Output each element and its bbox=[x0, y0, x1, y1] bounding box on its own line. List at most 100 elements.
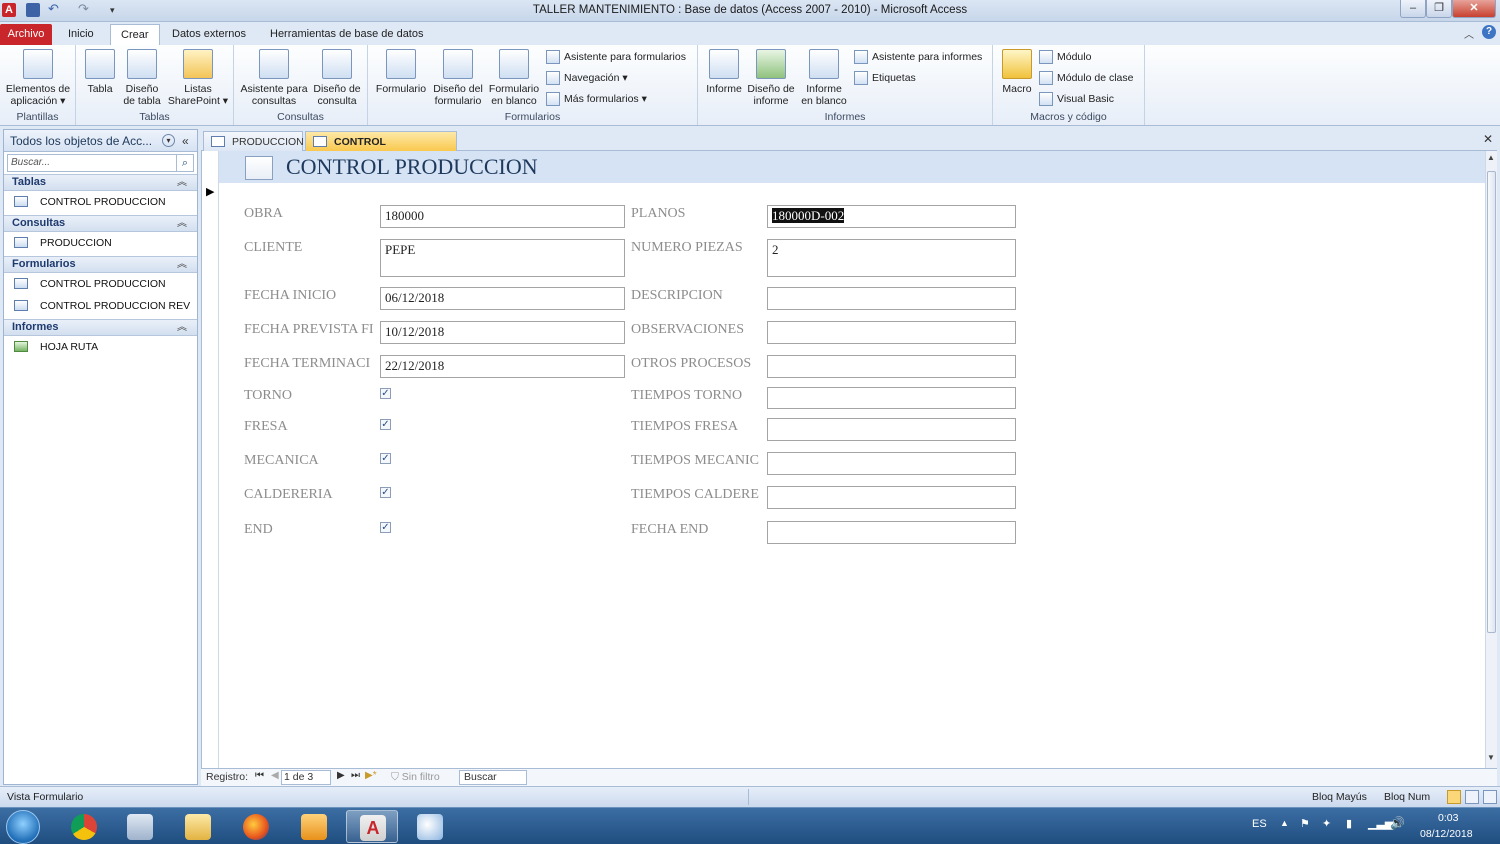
numero-piezas-field[interactable]: 2 bbox=[767, 239, 1016, 277]
caldereria-checkbox[interactable]: ✓ bbox=[380, 487, 391, 498]
doc-tab-produccion[interactable]: PRODUCCION bbox=[203, 131, 304, 151]
end-checkbox[interactable]: ✓ bbox=[380, 522, 391, 533]
taskbar-chrome[interactable] bbox=[58, 810, 110, 843]
tab-herramientas-bd[interactable]: Herramientas de base de datos bbox=[260, 24, 433, 45]
taskbar-outlook[interactable] bbox=[288, 810, 340, 843]
design-view-icon[interactable] bbox=[1483, 790, 1497, 804]
nav-section-consultas[interactable]: Consultas ︽ bbox=[4, 215, 197, 232]
nav-dropdown-icon[interactable]: ▾ bbox=[162, 134, 175, 147]
sharepoint-lists-button[interactable]: Listas SharePoint ▾ bbox=[166, 49, 230, 107]
table-design-button[interactable]: Diseño de tabla bbox=[120, 49, 164, 107]
taskbar-access[interactable]: A bbox=[346, 810, 398, 843]
report-wizard-button[interactable]: Asistente para informes bbox=[854, 48, 982, 66]
language-indicator[interactable]: ES bbox=[1252, 818, 1267, 830]
help-icon[interactable]: ? bbox=[1482, 25, 1496, 39]
taskbar-explorer[interactable] bbox=[172, 810, 224, 843]
tab-datos-externos[interactable]: Datos externos bbox=[162, 24, 256, 45]
descripcion-field[interactable] bbox=[767, 287, 1016, 310]
observaciones-field[interactable] bbox=[767, 321, 1016, 344]
battery-icon[interactable]: ▮ bbox=[1346, 817, 1352, 830]
report-design-button[interactable]: Diseño de informe bbox=[746, 49, 796, 107]
nav-item-table-control-produccion[interactable]: CONTROL PRODUCCION bbox=[4, 191, 197, 213]
dropbox-icon[interactable]: ✦ bbox=[1322, 817, 1331, 830]
next-record-icon[interactable]: ▶ bbox=[337, 770, 345, 781]
taskbar-calculator[interactable] bbox=[114, 810, 166, 843]
taskbar-firefox[interactable] bbox=[230, 810, 282, 843]
table-button[interactable]: Tabla bbox=[82, 49, 118, 95]
query-wizard-button[interactable]: Asistente para consultas bbox=[238, 49, 310, 107]
form-view-icon[interactable] bbox=[1447, 790, 1461, 804]
first-record-icon[interactable]: ⏮ bbox=[255, 770, 264, 781]
search-icon[interactable]: ⌕ bbox=[176, 154, 194, 172]
tab-crear[interactable]: Crear bbox=[110, 24, 160, 45]
nav-section-formularios[interactable]: Formularios ︽ bbox=[4, 256, 197, 273]
obra-field[interactable]: 180000 bbox=[380, 205, 625, 228]
query-design-button[interactable]: Diseño de consulta bbox=[312, 49, 362, 107]
more-forms-button[interactable]: Más formularios ▾ bbox=[546, 90, 647, 108]
nav-item-report-hoja-ruta[interactable]: HOJA RUTA bbox=[4, 336, 197, 358]
volume-icon[interactable]: 🔊 bbox=[1390, 816, 1405, 830]
doc-tab-control-produccion[interactable]: CONTROL PRODUCCION bbox=[305, 131, 457, 168]
filter-status[interactable]: ⛉ Sin filtro bbox=[391, 771, 440, 784]
scroll-up-icon[interactable]: ▲ bbox=[1487, 153, 1495, 162]
new-record-icon[interactable]: ▶* bbox=[365, 770, 377, 781]
nav-search-input[interactable]: Buscar... ⌕ bbox=[7, 154, 194, 172]
mecanica-checkbox[interactable]: ✓ bbox=[380, 453, 391, 464]
nav-item-query-produccion[interactable]: PRODUCCION bbox=[4, 232, 197, 254]
record-search-input[interactable]: Buscar bbox=[459, 770, 527, 785]
planos-field[interactable]: 180000D-002 bbox=[767, 205, 1016, 228]
close-document-icon[interactable]: ✕ bbox=[1483, 132, 1493, 146]
report-button[interactable]: Informe bbox=[702, 49, 746, 95]
blank-report-button[interactable]: Informe en blanco bbox=[798, 49, 850, 107]
fecha-terminacion-field[interactable]: 22/12/2018 bbox=[380, 355, 625, 378]
record-selector[interactable]: ▶ bbox=[202, 183, 219, 768]
close-window-button[interactable]: ✕ bbox=[1452, 0, 1496, 18]
fecha-inicio-field[interactable]: 06/12/2018 bbox=[380, 287, 625, 310]
show-hidden-icons[interactable]: ▲ bbox=[1280, 818, 1289, 828]
tiempos-torno-field[interactable] bbox=[767, 387, 1016, 409]
form-wizard-button[interactable]: Asistente para formularios bbox=[546, 48, 686, 66]
macro-button[interactable]: Macro bbox=[997, 49, 1037, 95]
class-module-button[interactable]: Módulo de clase bbox=[1039, 69, 1133, 87]
tab-inicio[interactable]: Inicio bbox=[58, 24, 104, 45]
nav-item-form-control-produccion[interactable]: CONTROL PRODUCCION bbox=[4, 273, 197, 295]
form-vertical-scrollbar[interactable]: ▲ ▼ bbox=[1485, 151, 1497, 768]
nav-pane-header[interactable]: Todos los objetos de Acc... ▾ « bbox=[4, 130, 197, 152]
module-button[interactable]: Módulo bbox=[1039, 48, 1091, 66]
clock-time[interactable]: 0:03 bbox=[1438, 812, 1458, 824]
previous-record-icon[interactable]: ◀ bbox=[271, 770, 279, 781]
navigation-button[interactable]: Navegación ▾ bbox=[546, 69, 628, 87]
start-button[interactable] bbox=[6, 810, 40, 844]
taskbar-paint[interactable] bbox=[404, 810, 456, 843]
form-button[interactable]: Formulario bbox=[374, 49, 428, 95]
layout-view-icon[interactable] bbox=[1465, 790, 1479, 804]
collapse-nav-icon[interactable]: « bbox=[182, 130, 189, 152]
scroll-down-icon[interactable]: ▼ bbox=[1487, 753, 1495, 762]
record-position-field[interactable]: 1 de 3 bbox=[281, 770, 331, 785]
fecha-prevista-field[interactable]: 10/12/2018 bbox=[380, 321, 625, 344]
nav-section-tablas[interactable]: Tablas ︽ bbox=[4, 174, 197, 191]
labels-button[interactable]: Etiquetas bbox=[854, 69, 916, 87]
otros-procesos-field[interactable] bbox=[767, 355, 1016, 378]
tiempos-mecanic-field[interactable] bbox=[767, 452, 1016, 475]
visual-basic-button[interactable]: Visual Basic bbox=[1039, 90, 1114, 108]
maximize-button[interactable]: ❐ bbox=[1426, 0, 1452, 18]
clock-date[interactable]: 08/12/2018 bbox=[1420, 828, 1473, 840]
torno-checkbox[interactable]: ✓ bbox=[380, 388, 391, 399]
form-design-button[interactable]: Diseño del formulario bbox=[430, 49, 486, 107]
tiempos-fresa-field[interactable] bbox=[767, 418, 1016, 441]
tiempos-caldere-field[interactable] bbox=[767, 486, 1016, 509]
tab-archivo[interactable]: Archivo bbox=[0, 24, 52, 45]
nav-item-form-control-produccion-rev1[interactable]: CONTROL PRODUCCION REV 1 bbox=[4, 295, 197, 334]
blank-form-button[interactable]: Formulario en blanco bbox=[486, 49, 542, 107]
fresa-checkbox[interactable]: ✓ bbox=[380, 419, 391, 430]
scroll-thumb[interactable] bbox=[1487, 171, 1496, 633]
minimize-ribbon-icon[interactable]: ︿ bbox=[1464, 26, 1474, 41]
nav-section-informes[interactable]: Informes ︽ bbox=[4, 319, 197, 336]
action-center-icon[interactable]: ⚑ bbox=[1300, 817, 1310, 830]
fecha-end-field[interactable] bbox=[767, 521, 1016, 544]
app-parts-button[interactable]: Elementos de aplicación ▾ bbox=[4, 49, 72, 107]
cliente-field[interactable]: PEPE bbox=[380, 239, 625, 277]
last-record-icon[interactable]: ⏭ bbox=[351, 770, 360, 781]
minimize-button[interactable]: – bbox=[1400, 0, 1426, 18]
